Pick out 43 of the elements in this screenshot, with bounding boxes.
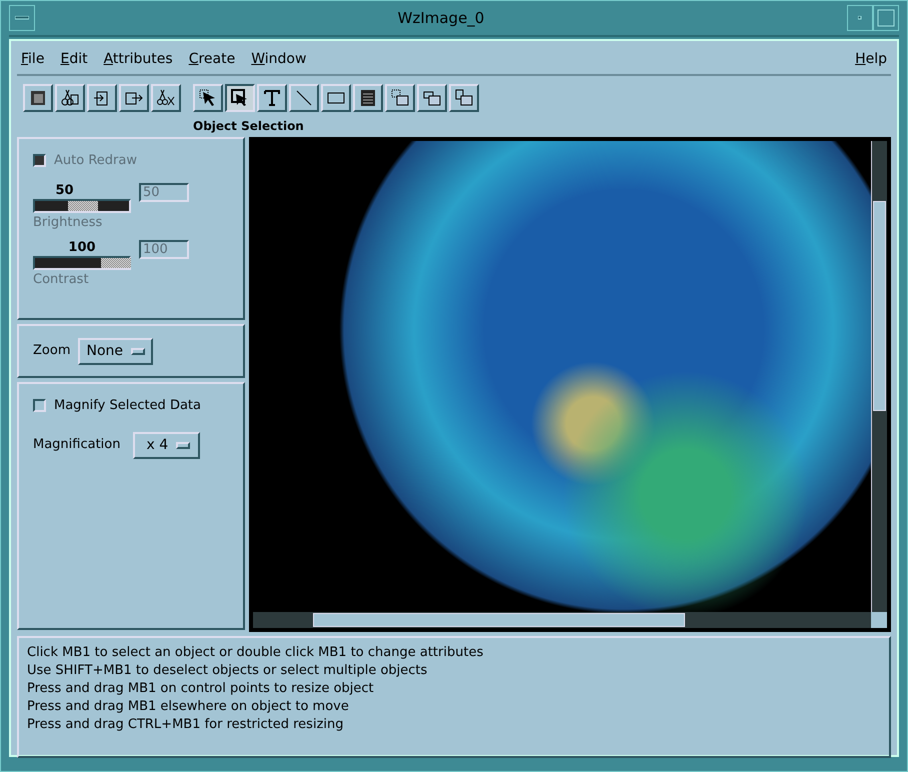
square-icon: [877, 9, 895, 27]
scissors-delete-icon: [156, 88, 176, 108]
window-title: WzImage_0: [396, 8, 486, 29]
menu-item[interactable]: File: [21, 49, 44, 70]
text-icon: [262, 88, 282, 108]
menu-item[interactable]: Create: [188, 49, 236, 70]
status-line: Press and drag CTRL+MB1 for restricted resizing: [27, 716, 344, 734]
slider-value: 50: [54, 182, 75, 198]
menu-item[interactable]: Window: [251, 49, 306, 70]
slider-track[interactable]: [33, 256, 131, 270]
status-line: Use SHIFT+MB1 to deselect objects or select multiple objects: [27, 662, 428, 680]
scroll-thumb[interactable]: [313, 613, 685, 627]
zoom-label: Zoom: [33, 342, 70, 360]
maximize-button[interactable]: [873, 5, 899, 31]
bar-icon: [15, 16, 29, 20]
vertical-scrollbar[interactable]: [871, 141, 887, 612]
magnification-dropdown[interactable]: x 4: [132, 432, 200, 458]
slider-track[interactable]: [33, 198, 131, 212]
scroll-thumb[interactable]: [873, 201, 886, 411]
status-line: Press and drag MB1 elsewhere on object to move: [27, 698, 350, 716]
slider-label: Contrast: [33, 271, 90, 289]
checkbox-label: Magnify Selected Data: [54, 397, 201, 415]
list-icon: [358, 88, 378, 108]
horizontal-scrollbar[interactable]: [253, 612, 871, 628]
checkbox-label: Auto Redraw: [54, 152, 137, 170]
line-icon: [294, 88, 314, 108]
menu-item[interactable]: Edit: [60, 49, 88, 70]
toolbar-caption: Object Selection: [193, 118, 305, 135]
slider-value: 100: [67, 240, 97, 256]
status-line: Click MB1 to select an object or double click MB1 to change attributes: [27, 644, 484, 662]
window-menu-button[interactable]: [9, 5, 35, 31]
frame-icon: [28, 88, 48, 108]
layers-icon: [454, 88, 474, 108]
toolbar-button[interactable]: [225, 84, 255, 112]
menu-item[interactable]: Help: [855, 49, 887, 70]
magnification-label: Magnification: [33, 436, 120, 454]
slider-label: Brightness: [33, 214, 104, 232]
layers-icon: [390, 88, 410, 108]
status-line: Press and drag MB1 on control points to resize object: [27, 680, 375, 698]
menu-item[interactable]: Attributes: [104, 49, 173, 70]
checkbox[interactable]: [33, 399, 46, 412]
zoom-dropdown[interactable]: None: [78, 338, 154, 364]
scissors-icon: [60, 88, 80, 108]
